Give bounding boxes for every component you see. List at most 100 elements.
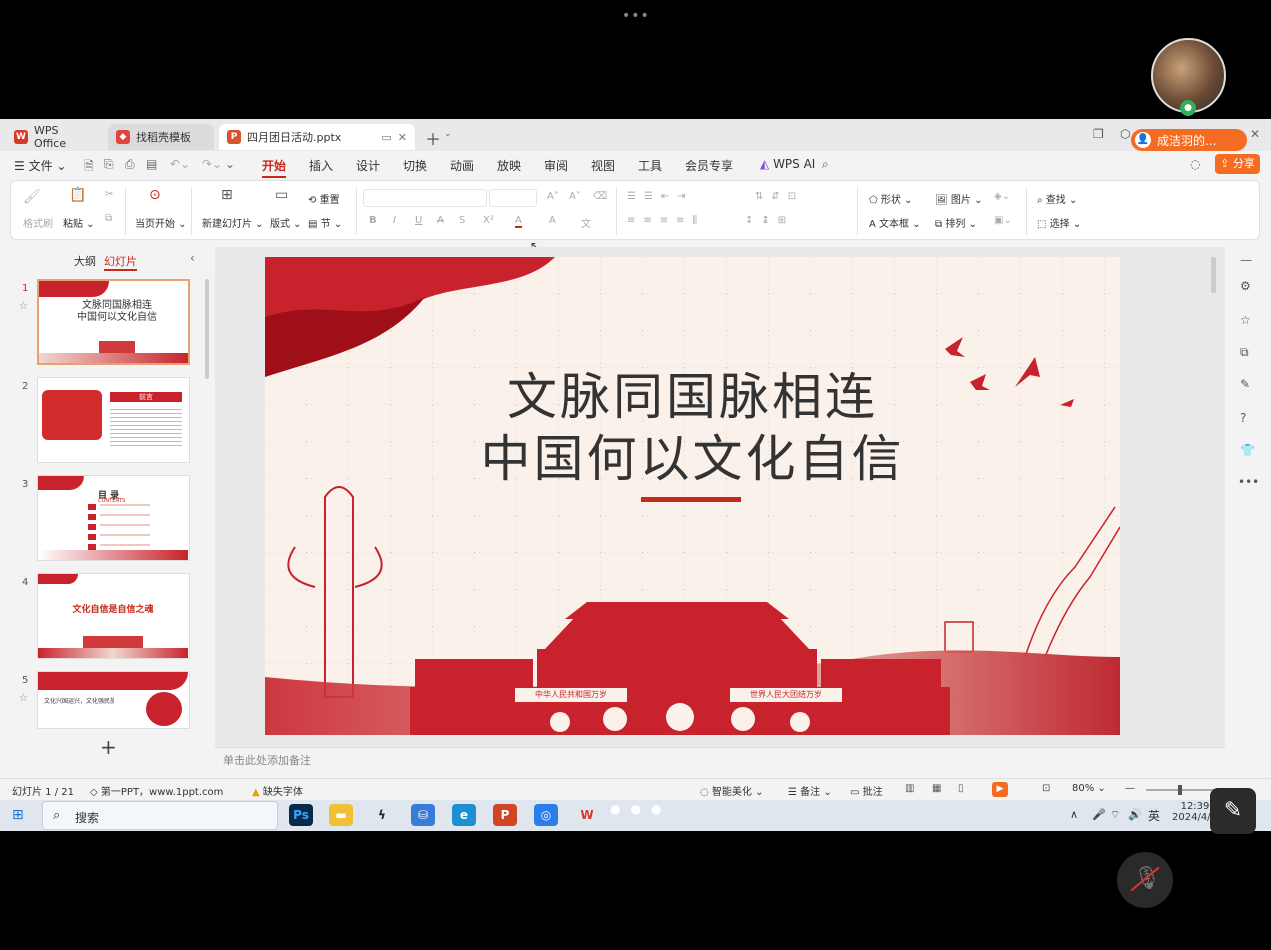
outline-icon[interactable]: ▣⌄	[994, 215, 1012, 226]
notes-pane[interactable]: 单击此处添加备注	[215, 747, 1225, 769]
tab-view[interactable]: 视图	[591, 157, 615, 174]
font-shrink-icon[interactable]: A˅	[569, 191, 581, 202]
file-explorer-icon[interactable]: ▬	[329, 804, 353, 826]
from-current-button[interactable]: 当页开始 ⌄	[135, 215, 187, 230]
tab-design[interactable]: 设计	[356, 157, 380, 174]
outline-tab[interactable]: 大纲	[74, 253, 96, 269]
paste-button[interactable]: 粘贴 ⌄	[63, 215, 95, 230]
play-slideshow-icon[interactable]: ▶	[992, 782, 1008, 797]
strikethrough-button[interactable]: A	[437, 215, 444, 226]
save-icon[interactable]: 🗎	[84, 157, 94, 178]
more-icon[interactable]: •••	[1238, 475, 1259, 489]
camera-app-icon[interactable]: ◎	[534, 804, 558, 826]
zoom-level[interactable]: 80% ⌄	[1072, 783, 1106, 794]
font-grow-icon[interactable]: A˄	[547, 191, 559, 202]
copy-icon[interactable]: ⧉	[105, 213, 112, 224]
tray-expand-icon[interactable]: ∧	[1070, 808, 1078, 821]
shirt-icon[interactable]: 👕	[1240, 443, 1255, 457]
close-tab-icon[interactable]: ✕	[398, 131, 407, 144]
zoom-thumb[interactable]	[1178, 785, 1182, 795]
theme-info[interactable]: ◇ 第一PPT，www.1ppt.com	[90, 783, 223, 798]
tab-pptx-file[interactable]: P 四月团日活动.pptx ▭ ✕	[219, 124, 415, 150]
collapse-panel-icon[interactable]: ‹	[190, 251, 195, 265]
monitor-icon[interactable]: ▭	[381, 131, 391, 144]
slide-subtitle[interactable]: 中国何以文化自信	[265, 419, 1120, 491]
wps-taskbar-icon[interactable]: W	[575, 804, 599, 826]
copy-icon[interactable]: ⧉	[1240, 345, 1249, 360]
thumb-scrollbar[interactable]	[205, 279, 209, 379]
italic-button[interactable]: I	[393, 215, 396, 226]
tab-insert[interactable]: 插入	[309, 157, 333, 174]
picture-button[interactable]: 🖼 图片 ⌄	[935, 191, 982, 206]
spacing-icons[interactable]: ↕↨⊞	[745, 215, 794, 226]
notes-toggle[interactable]: ☰ 备注 ⌄	[788, 783, 832, 798]
add-slide-button[interactable]: +	[100, 735, 117, 759]
window-icon[interactable]: ❐	[1093, 127, 1104, 141]
tab-wps-office[interactable]: W WPS Office	[6, 124, 102, 150]
canvas-scrollbar[interactable]	[1211, 257, 1216, 293]
edit-overlay-button[interactable]: ✎	[1210, 788, 1256, 834]
text-direction-icons[interactable]: ⇅⇵⊡	[755, 191, 804, 202]
align-icons[interactable]: ≡≡≡≡⫼	[627, 215, 705, 226]
print-preview-icon[interactable]: ▤	[146, 157, 157, 171]
file-menu[interactable]: ☰ 文件 ⌄	[14, 157, 66, 174]
tab-member[interactable]: 会员专享	[685, 157, 733, 174]
shape-button[interactable]: ⬠ 形状 ⌄	[869, 191, 912, 206]
ime-language[interactable]: 英	[1148, 807, 1160, 824]
taskbar-search-input[interactable]: ⌕ 搜索	[42, 801, 278, 830]
comment-toggle[interactable]: ▭ 批注	[850, 783, 883, 798]
star-icon[interactable]: ☆	[19, 301, 28, 312]
smart-beautify-button[interactable]: ◌ 智能美化 ⌄	[700, 783, 763, 798]
edge-icon[interactable]: e	[452, 804, 476, 826]
tools-icon[interactable]: ✎	[1240, 377, 1250, 391]
slide-thumb-3[interactable]: 目 录 CONTENTS	[37, 475, 190, 561]
slide-thumb-2[interactable]: 前言	[37, 377, 190, 463]
minimize-panel-icon[interactable]: —	[1240, 253, 1252, 267]
tab-tools[interactable]: 工具	[638, 157, 662, 174]
slide-thumb-1[interactable]: 文脉同国脉相连 中国何以文化自信	[37, 279, 190, 365]
chevron-down-icon[interactable]: ⌄	[444, 129, 452, 139]
share-button[interactable]: ⇪ 分享	[1215, 154, 1260, 174]
superscript-button[interactable]: X²	[483, 215, 494, 226]
reset-button[interactable]: ⟲ 重置	[308, 191, 340, 206]
find-button[interactable]: ⌕ 查找 ⌄	[1037, 191, 1077, 206]
tab-slideshow[interactable]: 放映	[497, 157, 521, 174]
tab-docer-templates[interactable]: ◆ 找稻壳模板	[108, 124, 214, 150]
new-slide-button[interactable]: 新建幻灯片 ⌄	[202, 215, 264, 230]
wifi-icon[interactable]: ⌔	[1110, 808, 1120, 822]
undo-icon[interactable]: ↶⌄	[170, 157, 190, 171]
print-icon[interactable]: ⎙	[125, 157, 135, 172]
quick-more-icon[interactable]: ⌄	[225, 157, 235, 171]
layout-button[interactable]: 版式 ⌄	[270, 215, 302, 230]
new-tab-icon[interactable]: ＋	[425, 126, 441, 150]
close-window-icon[interactable]: ✕	[1250, 127, 1260, 141]
shadow-button[interactable]: S	[459, 215, 465, 226]
reading-view-icon[interactable]: ▯	[958, 783, 964, 794]
photoshop-icon[interactable]: Ps	[289, 804, 313, 826]
fill-icon[interactable]: ◈⌄	[994, 191, 1010, 202]
clear-format-icon[interactable]: ⌫	[593, 191, 607, 202]
underline-button[interactable]: U	[415, 215, 422, 226]
grid-view-icon[interactable]: ▦	[932, 783, 941, 794]
wps-ai-button[interactable]: ◭ WPS AI	[760, 157, 815, 171]
highlight-button[interactable]: A	[549, 215, 556, 226]
font-family-select[interactable]	[363, 189, 487, 207]
font-size-select[interactable]	[489, 189, 537, 207]
adjust-icon[interactable]: ⚙	[1240, 279, 1251, 293]
powerpoint-icon[interactable]: P	[493, 804, 517, 826]
format-painter-button[interactable]: 格式刷	[23, 215, 53, 230]
tab-animation[interactable]: 动画	[450, 157, 474, 174]
volume-icon[interactable]: 🔊	[1128, 808, 1142, 821]
section-button[interactable]: ▤ 节 ⌄	[308, 215, 342, 230]
star-icon[interactable]: ☆	[19, 693, 28, 704]
slide-thumb-4[interactable]: 文化自信是自信之魂	[37, 573, 190, 659]
slides-tab[interactable]: 幻灯片	[104, 253, 137, 271]
meeting-more-dots[interactable]: •••	[622, 8, 650, 24]
tab-home[interactable]: 开始	[262, 157, 287, 178]
comment-icon[interactable]: ◌	[1190, 157, 1200, 171]
bold-button[interactable]: B	[369, 215, 377, 226]
font-color-button[interactable]: A	[515, 215, 522, 228]
arrange-button[interactable]: ⧉ 排列 ⌄	[935, 215, 977, 230]
network-app-icon[interactable]: ⛁	[411, 804, 435, 826]
textbox-button[interactable]: A 文本框 ⌄	[869, 215, 921, 230]
